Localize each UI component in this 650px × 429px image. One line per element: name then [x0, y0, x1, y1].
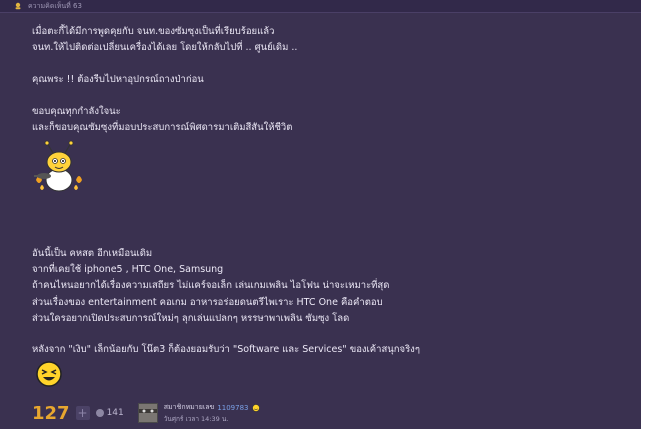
vote-score: 127 — [32, 402, 70, 424]
post-line: จากที่เคยใช้ iphone5 , HTC One, Samsung — [32, 264, 224, 276]
emotion-count[interactable]: 141 — [107, 408, 124, 418]
member-link[interactable]: 1109783 — [217, 404, 248, 412]
post-line: ถ้าคนไหนอยากได้เรื่องความเสถียร ไม่แคร์จ… — [32, 280, 390, 292]
member-prefix: สมาชิกหมายเลข — [163, 403, 215, 411]
post-line: ส่วนใครอยากเปิดประสบการณ์ใหม่ๆ ลุกเล่นแป… — [32, 312, 350, 324]
post-line: ขอบคุณทุกกำลังใจนะ — [32, 106, 121, 117]
comment-footer: 127 + 141 สมาชิกหมายเลข 1109783 วันศุกร์… — [32, 399, 632, 427]
post-line: เมื่อตะกี้ได้มีการพูดคุยกับ จนท.ของซัมซุ… — [32, 26, 275, 37]
post-line: จนท.ให้ไปติดต่อเปลี่ยนเครื่องได้เลย โดยใ… — [32, 42, 298, 53]
comment-number: ความคิดเห็นที่ 63 — [28, 1, 82, 10]
smiley-icon — [251, 403, 260, 412]
comment-header: ความคิดเห็นที่ 63 — [0, 0, 641, 13]
member-meta: สมาชิกหมายเลข 1109783 วันศุกร์ เวลา 14:3… — [164, 402, 260, 424]
page-margin — [641, 0, 650, 429]
comment-body: เมื่อตะกี้ได้มีการพูดคุยกับ จนท.ของซัมซุ… — [32, 24, 622, 136]
emotion-count-icon — [95, 409, 104, 417]
post-timestamp: วันศุกร์ เวลา 14:39 น. — [163, 415, 229, 423]
monster-chef-sticker — [32, 140, 86, 196]
post-line: และก็ขอบคุณซัมซุงที่มอบประสบการณ์พิศดารม… — [32, 122, 293, 133]
vote-plus-button[interactable]: + — [75, 406, 90, 420]
laughing-smiley-sticker — [34, 360, 64, 388]
comment-body-lower: อันนี้เป็น คหสต อีกเหมือนเดิม จากที่เคยใ… — [32, 246, 622, 327]
post-line: คุณพระ !! ต้องรีบไปหาอุปกรณ์ถางป่าก่อน — [32, 74, 204, 85]
closing-line: หลังจาก "เงิบ" เล็กน้อยกับ โน๊ต3 ก็ต้องย… — [32, 344, 420, 355]
post-line: ส่วนเรื่องของ entertainment คอเกม อาหารอ… — [32, 296, 383, 308]
avatar[interactable] — [137, 403, 158, 423]
emoticon-icon — [14, 2, 22, 10]
comment-panel: ความคิดเห็นที่ 63 เมื่อตะกี้ได้มีการพูดค… — [0, 0, 642, 429]
post-line: อันนี้เป็น คหสต อีกเหมือนเดิม — [32, 248, 153, 259]
